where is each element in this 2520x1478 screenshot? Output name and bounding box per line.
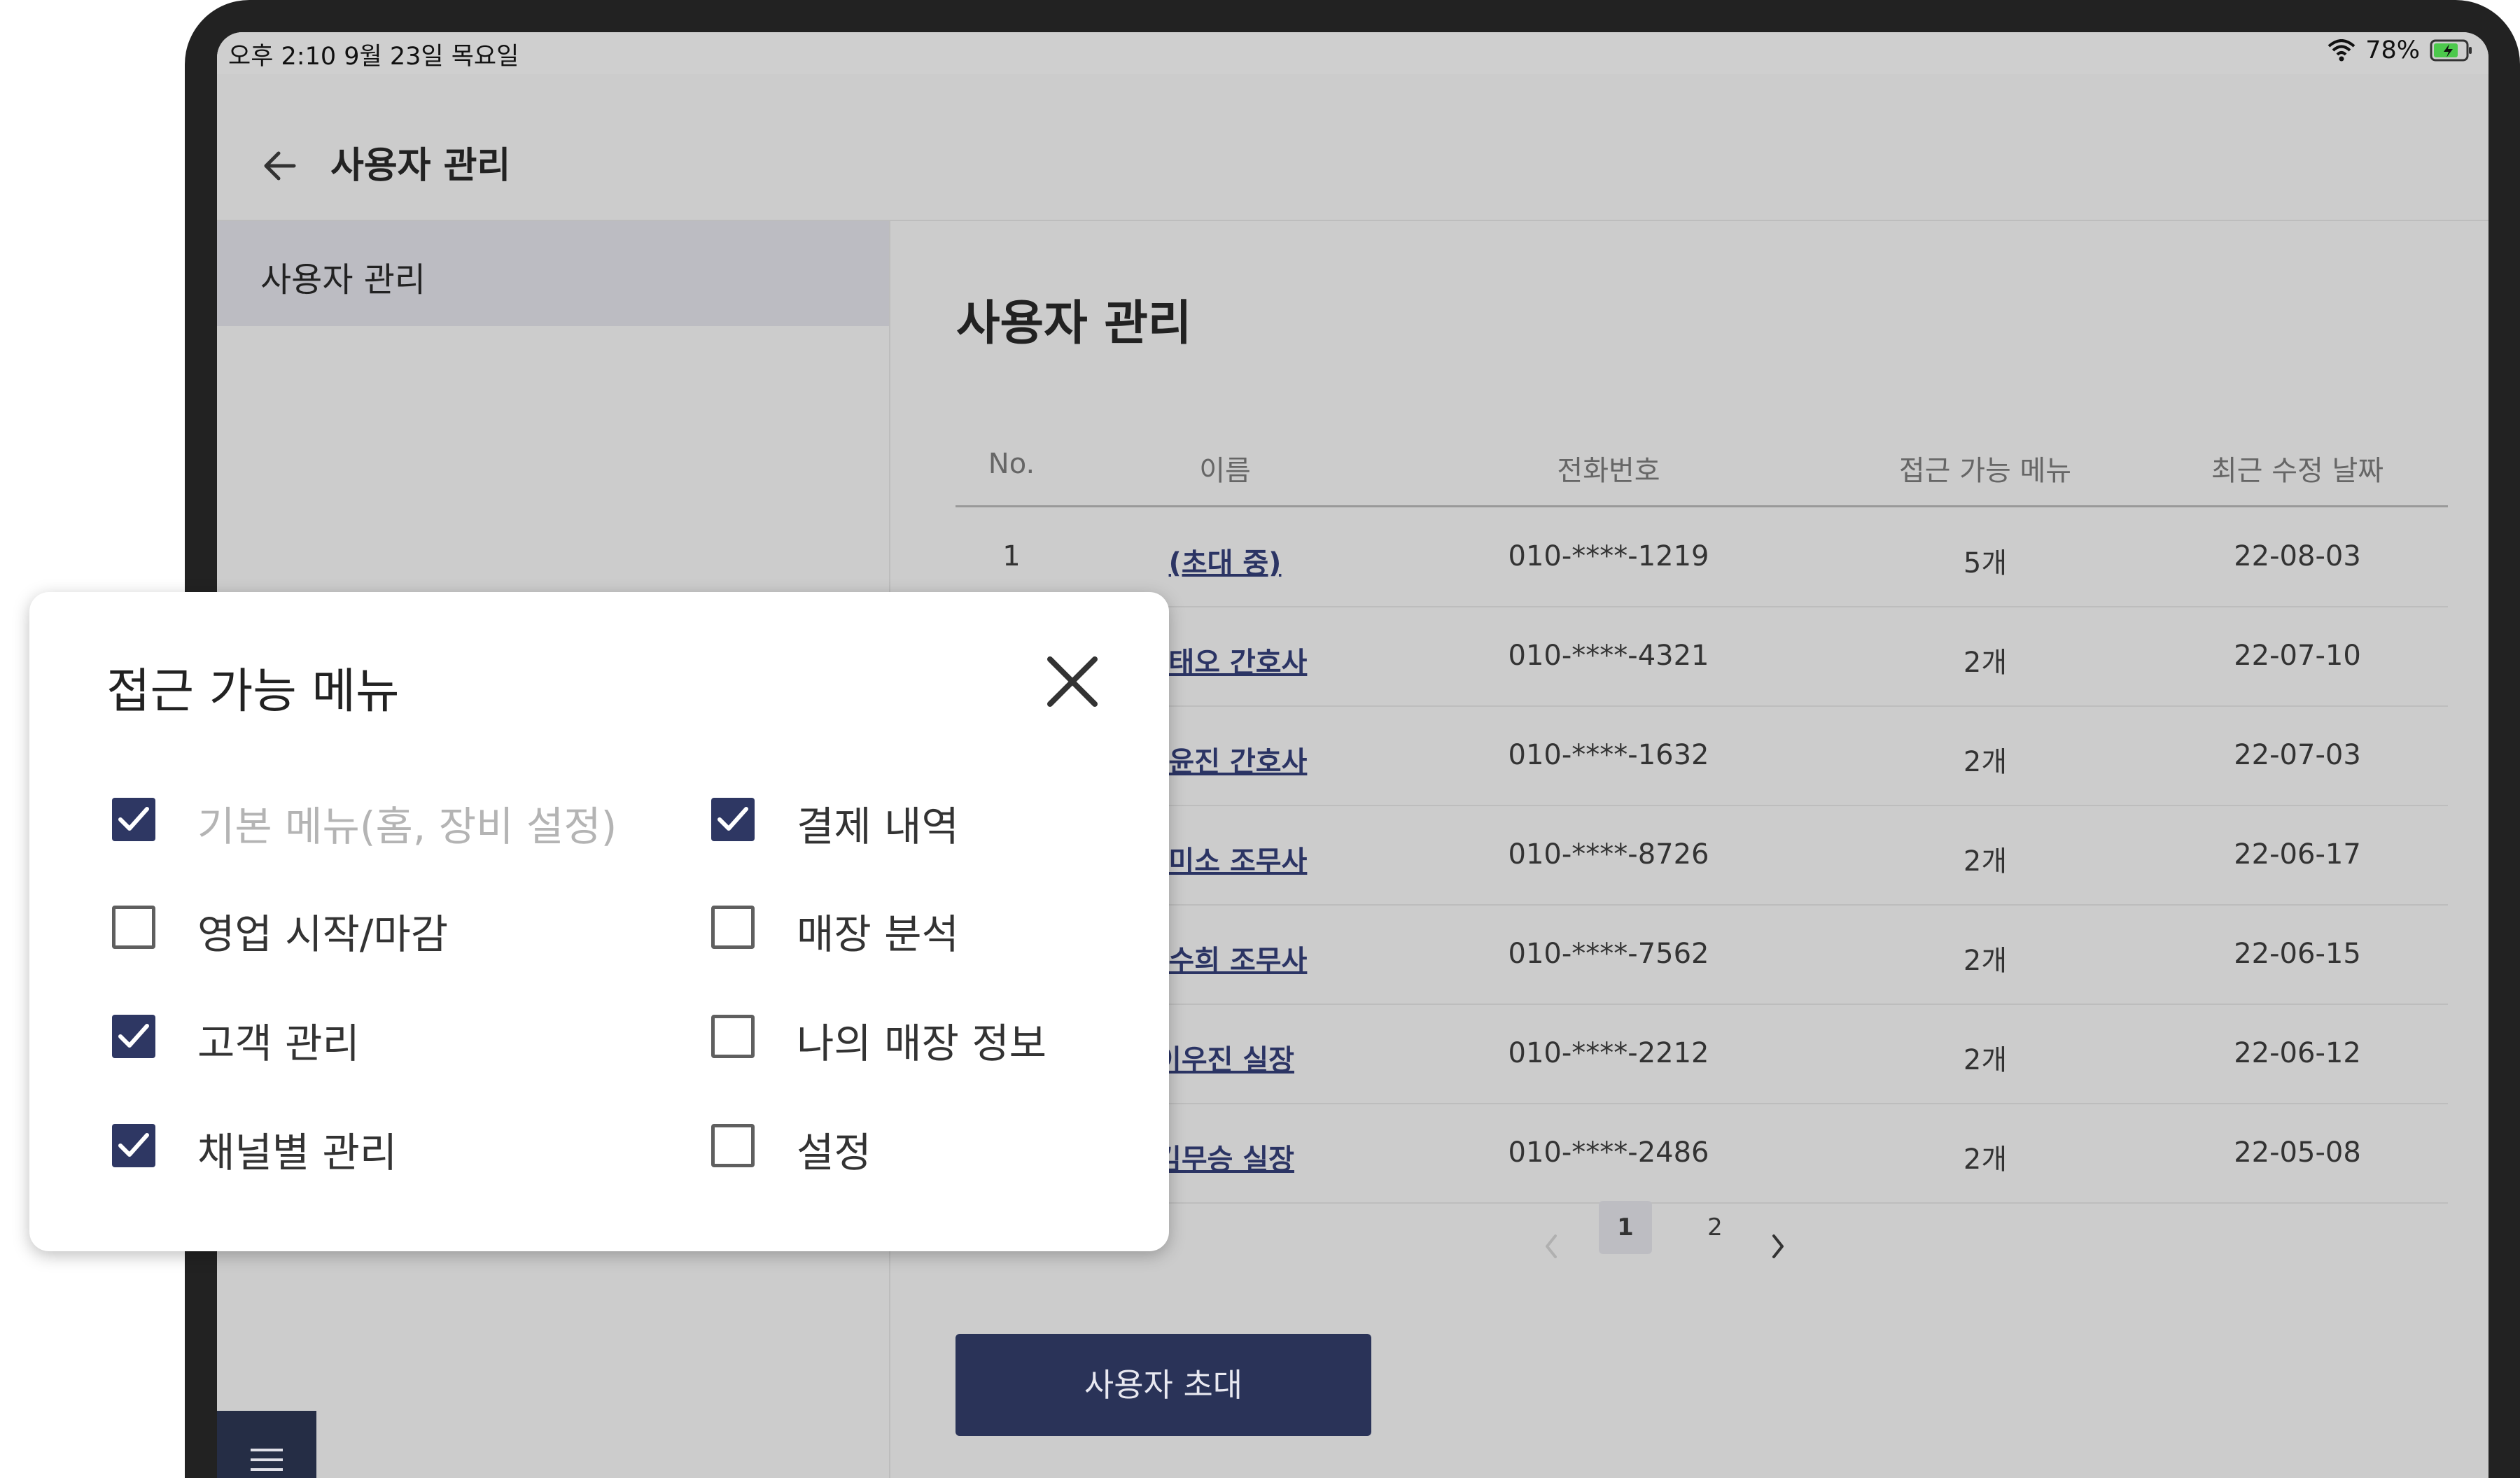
row-phone: 010-****-7562	[1508, 938, 1709, 970]
battery-percent: 78%	[2365, 36, 2420, 64]
row-menu-count: 2개	[1963, 746, 2008, 778]
option-label: 설정	[797, 1129, 872, 1176]
row-date: 22-08-03	[2234, 540, 2361, 572]
option-label: 매장 분석	[797, 910, 959, 958]
checkbox-unchecked[interactable]	[711, 1015, 755, 1058]
table-row: 김무승 실장 010-****-2486 2개 22-05-08	[955, 1104, 2448, 1204]
row-date: 22-05-08	[2234, 1136, 2361, 1169]
table-row: 1 (초대 중) 010-****-1219 5개 22-08-03	[955, 508, 2448, 607]
checkmark-icon	[718, 807, 748, 831]
user-name-link[interactable]: (초대 중)	[1169, 540, 1282, 581]
row-date: 22-06-17	[2234, 838, 2361, 871]
option-my-store-info[interactable]: 나의 매장 정보	[711, 1005, 1131, 1068]
checkbox-unchecked[interactable]	[711, 906, 755, 949]
wifi-icon	[2328, 39, 2356, 62]
modal-title: 접근 가능 메뉴	[106, 664, 400, 719]
option-customer-management[interactable]: 고객 관리	[112, 1005, 672, 1068]
row-menu-count: 2개	[1963, 1143, 2008, 1176]
checkbox-unchecked[interactable]	[711, 1124, 755, 1167]
row-no: 1	[1002, 540, 1021, 572]
checkbox-checked[interactable]	[112, 798, 155, 841]
option-label: 채널별 관리	[197, 1129, 398, 1176]
column-header-name: 이름	[1199, 455, 1251, 487]
row-date: 22-07-03	[2234, 739, 2361, 771]
row-phone: 010-****-2212	[1508, 1037, 1709, 1069]
option-business-open-close[interactable]: 영업 시작/마감	[112, 896, 672, 959]
option-payment-history[interactable]: 결제 내역	[711, 788, 1103, 851]
checkbox-checked[interactable]	[711, 798, 755, 841]
chevron-right-icon	[1772, 1234, 1784, 1258]
access-menu-modal: 접근 가능 메뉴 기본 메뉴(홈, 장비 설정) 결제 내역 영업 시작/마감 …	[29, 592, 1169, 1251]
checkmark-icon	[118, 807, 149, 831]
table-row: 유태오 간호사 010-****-4321 2개 22-07-10	[955, 607, 2448, 707]
row-date: 22-06-15	[2234, 938, 2361, 970]
column-header-date: 최근 수정 날짜	[2211, 455, 2384, 487]
chevron-left-icon	[1546, 1234, 1557, 1258]
page-title: 사용자 관리	[956, 296, 1192, 351]
row-phone: 010-****-4321	[1508, 640, 1709, 672]
user-name-link[interactable]: 김무승 실장	[1156, 1136, 1294, 1177]
status-bar: 오후 2:10 9월 23일 목요일 78%	[217, 32, 2488, 74]
column-header-phone: 전화번호	[1557, 455, 1660, 487]
option-label: 고객 관리	[197, 1020, 360, 1067]
invite-user-button[interactable]: 사용자 초대	[955, 1334, 1371, 1436]
battery-icon	[2430, 38, 2473, 62]
row-phone: 010-****-2486	[1508, 1136, 1709, 1169]
pagination-prev-button[interactable]	[1537, 1229, 1565, 1264]
back-arrow-icon[interactable]	[259, 145, 301, 187]
row-phone: 010-****-8726	[1508, 838, 1709, 871]
option-label: 결제 내역	[797, 803, 959, 850]
table-row: 이우진 실장 010-****-2212 2개 22-06-12	[955, 1005, 2448, 1104]
row-menu-count: 2개	[1963, 845, 2008, 878]
checkmark-icon	[118, 1133, 149, 1157]
pagination-page-2[interactable]: 2	[1688, 1201, 1742, 1254]
pagination-next-button[interactable]	[1764, 1229, 1792, 1264]
table-header: No. 이름 전화번호 접근 가능 메뉴 최근 수정 날짜	[955, 438, 2448, 507]
checkbox-unchecked[interactable]	[112, 906, 155, 949]
row-phone: 010-****-1219	[1508, 540, 1709, 572]
hamburger-menu-button[interactable]	[217, 1411, 316, 1478]
option-label: 나의 매장 정보	[797, 1020, 1047, 1067]
table-row: 이미소 조무사 010-****-8726 2개 22-06-17	[955, 806, 2448, 906]
option-channel-management[interactable]: 채널별 관리	[112, 1114, 672, 1177]
column-header-menus: 접근 가능 메뉴	[1898, 455, 2072, 487]
row-date: 22-07-10	[2234, 640, 2361, 672]
checkbox-checked[interactable]	[112, 1124, 155, 1167]
option-store-analysis[interactable]: 매장 분석	[711, 896, 1103, 959]
row-date: 22-06-12	[2234, 1037, 2361, 1069]
checkmark-icon	[118, 1024, 149, 1048]
sidebar-item-user-management[interactable]: 사용자 관리	[217, 221, 889, 326]
table-row: 강수희 조무사 010-****-7562 2개 22-06-15	[955, 906, 2448, 1005]
table-row: 김윤진 간호사 010-****-1632 2개 22-07-03	[955, 707, 2448, 806]
column-header-no: No.	[988, 448, 1035, 480]
checkbox-checked[interactable]	[112, 1015, 155, 1058]
row-menu-count: 2개	[1963, 945, 2008, 977]
option-label: 영업 시작/마감	[197, 910, 449, 958]
row-menu-count: 2개	[1963, 647, 2008, 679]
app-title: 사용자 관리	[330, 145, 511, 187]
app-header: 사용자 관리	[217, 74, 2488, 221]
sidebar-item-label: 사용자 관리	[260, 260, 426, 300]
pagination-page-current[interactable]: 1	[1599, 1201, 1652, 1254]
row-phone: 010-****-1632	[1508, 739, 1709, 771]
row-menu-count: 2개	[1963, 1044, 2008, 1076]
status-time: 오후 2:10 9월 23일 목요일	[228, 43, 519, 71]
user-name-link[interactable]: 이우진 실장	[1156, 1037, 1294, 1078]
status-right: 78%	[2328, 36, 2473, 64]
hamburger-icon	[251, 1449, 283, 1471]
option-basic-menu[interactable]: 기본 메뉴(홈, 장비 설정)	[112, 788, 672, 851]
close-icon[interactable]	[1043, 652, 1102, 711]
option-settings[interactable]: 설정	[711, 1114, 1103, 1177]
option-label: 기본 메뉴(홈, 장비 설정)	[197, 803, 617, 850]
row-menu-count: 5개	[1963, 547, 2008, 579]
